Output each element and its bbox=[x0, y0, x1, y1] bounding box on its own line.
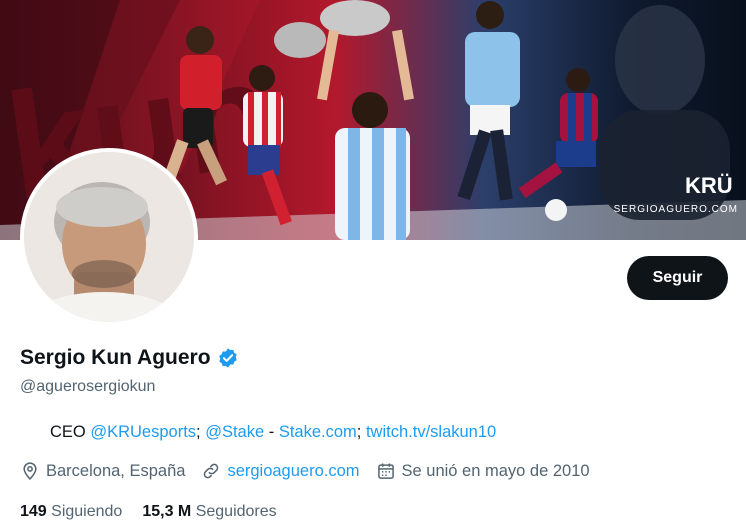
stake-website-link[interactable]: Stake.com bbox=[279, 423, 357, 442]
display-name: Sergio Kun Aguero bbox=[20, 346, 211, 369]
bio-separator: ; bbox=[356, 423, 366, 441]
link-icon bbox=[204, 463, 219, 479]
twitch-link[interactable]: twitch.tv/slakun10 bbox=[366, 423, 496, 442]
profile-handle: @aguerosergiokun bbox=[20, 378, 156, 395]
following-count: 149 bbox=[20, 503, 47, 520]
mention-kruesports-link[interactable]: @KRUesports bbox=[90, 423, 196, 442]
calendar-icon bbox=[377, 463, 394, 479]
player-figure-city bbox=[457, 1, 520, 201]
bio-separator: ; bbox=[196, 423, 206, 441]
following-count-link[interactable]: 149 Siguiendo bbox=[20, 503, 122, 521]
banner-website-text: SERGIOAGUERO.COM bbox=[613, 204, 738, 215]
verified-badge-icon[interactable] bbox=[217, 347, 239, 369]
location-item: Barcelona, España bbox=[20, 461, 185, 481]
follow-counts: 149 Siguiendo 15,3 M Seguidores bbox=[20, 503, 297, 521]
location-text: Barcelona, España bbox=[46, 461, 186, 480]
profile-avatar[interactable] bbox=[20, 148, 198, 326]
website-item[interactable]: sergioaguero.com bbox=[201, 461, 360, 481]
bio-separator: - bbox=[264, 423, 279, 441]
followers-count: 15,3 M bbox=[142, 503, 192, 520]
argentina-flag-icon bbox=[20, 425, 44, 441]
joined-item: Se unió en mayo de 2010 bbox=[376, 461, 590, 481]
location-pin-icon bbox=[23, 462, 37, 480]
mention-stake-link[interactable]: @Stake bbox=[205, 423, 264, 442]
following-label: Siguiendo bbox=[51, 503, 123, 520]
profile-meta: Barcelona, España sergioaguero.com Se un… bbox=[20, 461, 606, 481]
joined-text: Se unió en mayo de 2010 bbox=[401, 461, 590, 480]
website-link[interactable]: sergioaguero.com bbox=[227, 462, 359, 481]
bio-prefix: CEO bbox=[50, 423, 91, 441]
profile-name-row: Sergio Kun Aguero bbox=[20, 346, 239, 370]
player-figure-barca bbox=[518, 68, 598, 221]
follow-button[interactable]: Seguir bbox=[627, 256, 728, 300]
player-figure-argentina bbox=[274, 0, 415, 240]
followers-label: Seguidores bbox=[195, 503, 277, 520]
kru-logo: KRÜ bbox=[685, 173, 733, 198]
avatar-image bbox=[24, 152, 194, 322]
profile-bio: CEO @KRUesports ; @Stake - Stake.com ; t… bbox=[20, 423, 496, 442]
followers-count-link[interactable]: 15,3 M Seguidores bbox=[142, 503, 276, 521]
